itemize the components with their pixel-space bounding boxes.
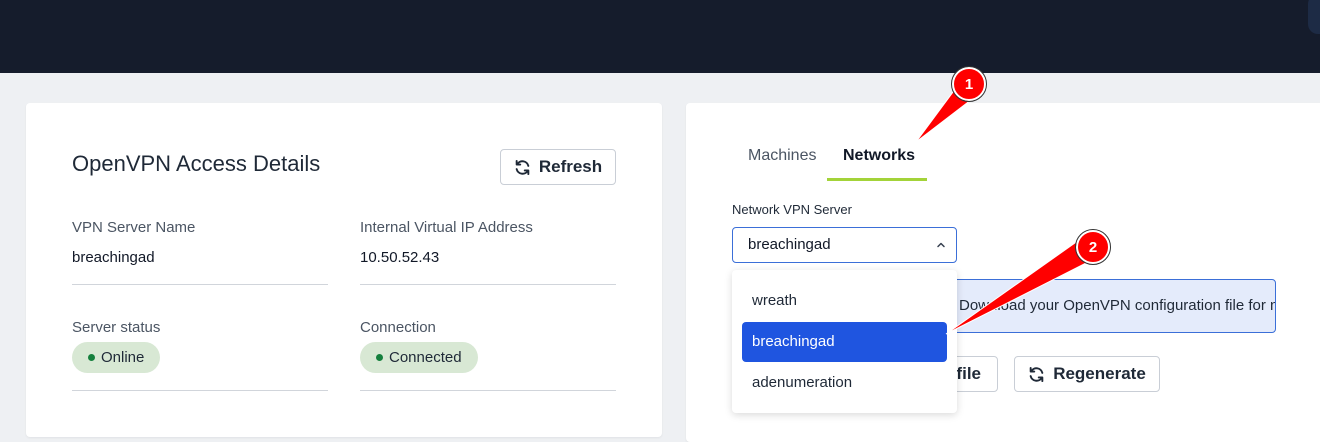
connection-status-badge: Connected xyxy=(360,342,478,373)
refresh-icon xyxy=(1029,366,1044,382)
network-dropdown-menu: wreath breachingad adenumeration xyxy=(732,270,957,413)
internal-ip-label: Internal Virtual IP Address xyxy=(360,219,533,236)
annotation-number-1: 1 xyxy=(965,76,973,93)
divider xyxy=(360,284,616,285)
refresh-icon xyxy=(515,159,530,175)
network-vpn-server-select[interactable]: breachingad xyxy=(732,227,957,263)
chevron-up-icon xyxy=(937,242,945,248)
regenerate-button[interactable]: Regenerate xyxy=(1014,356,1160,392)
connection-status-value: Connected xyxy=(389,349,462,366)
refresh-button-label: Refresh xyxy=(538,157,603,176)
refresh-button[interactable]: Refresh xyxy=(500,149,616,185)
divider xyxy=(360,390,616,391)
server-status-value: Online xyxy=(101,349,145,366)
top-navbar xyxy=(0,0,1320,73)
dropdown-option-wreath[interactable]: wreath xyxy=(732,281,957,321)
dropdown-option-breachingad[interactable]: breachingad xyxy=(742,322,947,362)
server-status-label: Server status xyxy=(72,319,161,336)
navbar-corner-element[interactable] xyxy=(1308,0,1320,34)
card-title: OpenVPN Access Details xyxy=(72,151,321,176)
tab-machines[interactable]: Machines xyxy=(748,147,816,165)
active-tab-indicator xyxy=(827,178,927,181)
connection-label: Connection xyxy=(360,319,436,336)
info-text: Download your OpenVPN configuration file… xyxy=(959,297,1275,314)
status-dot-icon xyxy=(88,354,95,361)
info-message: Download your OpenVPN configuration file… xyxy=(936,279,1276,333)
vpn-server-name-label: VPN Server Name xyxy=(72,219,196,236)
network-vpn-server-label: Network VPN Server xyxy=(732,202,852,217)
regenerate-button-label: Regenerate xyxy=(1053,364,1146,383)
internal-ip-value: 10.50.52.43 xyxy=(360,249,440,266)
divider xyxy=(72,284,328,285)
divider xyxy=(72,390,328,391)
status-dot-icon xyxy=(376,354,383,361)
dropdown-option-adenumeration[interactable]: adenumeration xyxy=(732,363,957,403)
server-status-badge: Online xyxy=(72,342,161,373)
select-value: breachingad xyxy=(748,236,831,253)
tab-networks[interactable]: Networks xyxy=(843,147,915,165)
vpn-server-name-value: breachingad xyxy=(72,249,155,266)
